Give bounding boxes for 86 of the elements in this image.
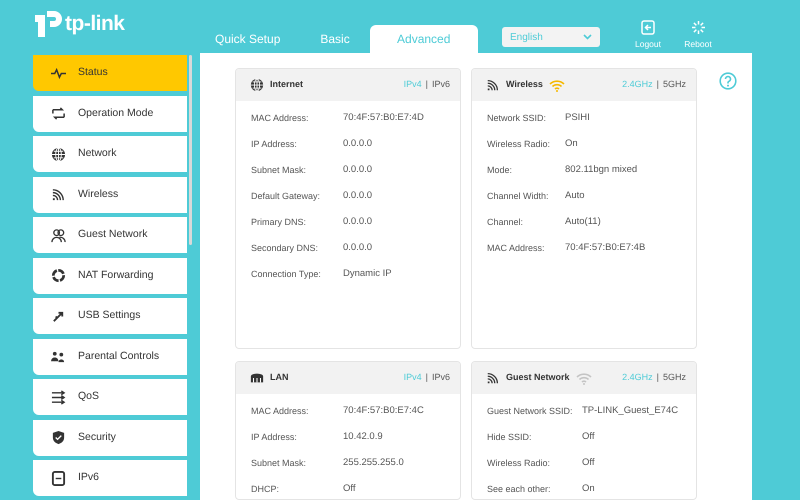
field-value: On <box>565 138 578 150</box>
card-title: LAN <box>270 371 288 384</box>
people-icon <box>51 228 66 242</box>
field-label: Secondary DNS: <box>251 242 320 254</box>
field-value: Dynamic IP <box>343 268 392 280</box>
sidebar-item[interactable]: Security <box>33 420 187 456</box>
option-link[interactable]: IPv6 <box>432 78 450 92</box>
field-label: MAC Address: <box>251 406 310 416</box>
field-value: 10.42.0.9 <box>343 431 383 443</box>
logout-icon <box>641 20 655 35</box>
arrows-icon <box>51 106 66 121</box>
signal-icon <box>486 78 500 92</box>
separator: | <box>656 78 659 92</box>
card-title: Internet <box>270 78 304 92</box>
field-label: See each other: <box>487 484 552 494</box>
field-label: Wireless Radio: <box>487 138 552 150</box>
shield-icon <box>51 430 66 445</box>
field-label: Channel: <box>487 216 524 228</box>
field-label: IP Address: <box>251 138 298 150</box>
field-label: Mode: <box>487 164 514 176</box>
field-value: 0.0.0.0 <box>343 216 372 228</box>
option-link[interactable]: 5GHz <box>662 371 686 385</box>
router-icon <box>250 371 264 385</box>
option-link[interactable]: IPv6 <box>432 371 450 385</box>
pulse-icon <box>51 66 66 80</box>
globe-icon <box>250 78 264 92</box>
globe-icon <box>51 146 66 162</box>
sidebar-item[interactable]: QoS <box>33 379 187 415</box>
family-icon <box>51 349 66 364</box>
field-value: Auto(11) <box>565 216 601 228</box>
field-value: TP-LINK_Guest_E74C <box>582 405 678 417</box>
field-label: Connection Type: <box>251 268 322 280</box>
field-label: Subnet Mask: <box>251 458 308 468</box>
sidebar-item[interactable]: Status <box>33 55 187 91</box>
field-label: Primary DNS: <box>251 216 308 228</box>
sidebar-item[interactable]: NAT Forwarding <box>33 258 187 294</box>
field-value: Off <box>343 483 356 495</box>
sidebar-item[interactable]: Guest Network <box>33 217 187 253</box>
spinner-icon <box>690 20 706 35</box>
field-value: 70:4F:57:B0:E7:4B <box>565 242 646 254</box>
signal-icon <box>51 187 66 202</box>
sidebar-item[interactable]: Wireless <box>33 176 187 212</box>
field-value: On <box>582 483 595 495</box>
field-label: IP Address: <box>251 432 298 442</box>
sidebar-item[interactable]: Parental Controls <box>33 338 187 374</box>
card-title: Wireless <box>506 78 543 92</box>
sidebar-item[interactable]: USB Settings <box>33 298 187 334</box>
field-label: DHCP: <box>251 484 280 494</box>
field-label: MAC Address: <box>487 242 546 254</box>
field-label: Wireless Radio: <box>487 458 552 468</box>
card-title: Guest Network <box>506 371 570 384</box>
field-label: Guest Network SSID: <box>487 406 574 416</box>
field-label: Default Gateway: <box>251 190 322 202</box>
field-label: Network SSID: <box>487 112 548 124</box>
sidebar-item[interactable]: Operation Mode <box>33 96 187 132</box>
field-value: 70:4F:57:B0:E7:4C <box>343 405 424 417</box>
field-value: 255.255.255.0 <box>343 457 404 469</box>
field-value: 0.0.0.0 <box>343 164 372 176</box>
scrollbar[interactable] <box>189 55 192 245</box>
field-label: Channel Width: <box>487 190 550 202</box>
option-link[interactable]: 5GHz <box>662 78 686 92</box>
field-value: 0.0.0.0 <box>343 242 372 254</box>
field-value: Off <box>582 457 594 469</box>
ring-icon <box>51 268 66 283</box>
field-value: Off <box>582 431 594 443</box>
separator: | <box>426 78 428 92</box>
signal-icon <box>486 371 500 385</box>
sidebar-item[interactable]: IPv6 <box>33 460 187 496</box>
logo-text: tp-link <box>65 11 124 37</box>
chevron-icon <box>583 34 592 40</box>
field-value: 0.0.0.0 <box>343 138 372 150</box>
field-value: 70:4F:57:B0:E7:4D <box>343 112 424 124</box>
lines-icon <box>51 390 66 404</box>
field-label: Subnet Mask: <box>251 164 308 176</box>
field-value: PSIHI <box>565 112 590 124</box>
document-icon <box>51 470 66 486</box>
sidebar-item[interactable]: Network <box>33 136 187 172</box>
separator: | <box>656 371 659 384</box>
help-icon[interactable] <box>719 72 737 90</box>
field-value: 0.0.0.0 <box>343 190 372 202</box>
field-value: 802.11bgn mixed <box>565 164 638 176</box>
logo-icon <box>33 8 63 39</box>
field-label: Hide SSID: <box>487 432 533 442</box>
separator: | <box>426 371 428 384</box>
field-label: MAC Address: <box>251 112 310 124</box>
field-value: Auto <box>565 190 585 202</box>
